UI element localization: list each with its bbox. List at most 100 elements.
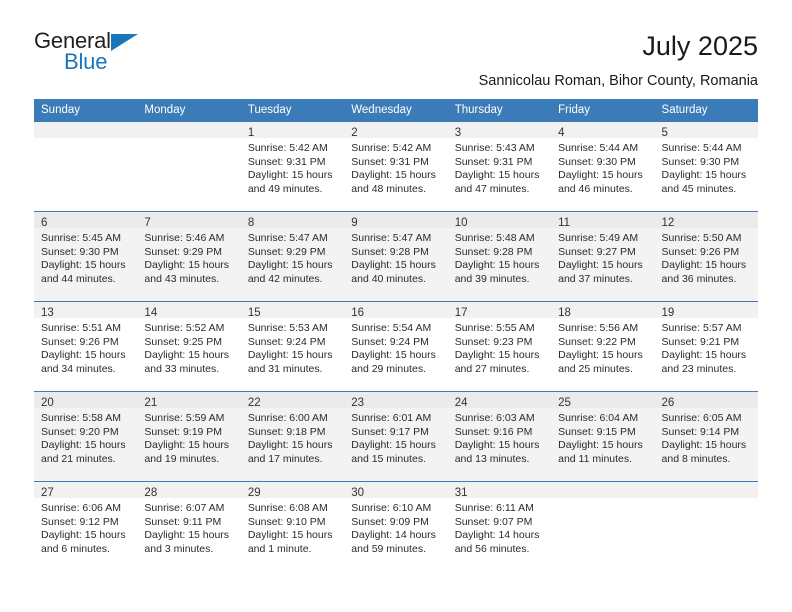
calendar-week-row: 20 Sunrise: 5:58 AM Sunset: 9:20 PM Dayligh…: [34, 390, 758, 481]
sunrise-text: Sunrise: 5:55 AM: [454, 321, 535, 334]
daylight-text: Daylight: 15 hours and 36 minutes.: [661, 259, 747, 285]
day-number-bar: 4: [551, 121, 655, 139]
day-cell-inner: 17 Sunrise: 5:55 AM Sunset: 9:23 PM Dayligh…: [447, 300, 552, 391]
day-cell-body: Sunrise: 6:06 AM Sunset: 9:12 PM Daylight:…: [34, 498, 137, 556]
calendar-day-cell[interactable]: 8 Sunrise: 5:47 AM Sunset: 9:29 PM Daylight…: [240, 210, 345, 301]
sunset-text: Sunset: 9:09 PM: [351, 515, 429, 528]
calendar-day-cell[interactable]: 30 Sunrise: 6:10 AM Sunset: 9:09 PM Dayligh…: [344, 480, 448, 571]
sunrise-text: Sunrise: 5:51 AM: [41, 321, 121, 334]
day-number: 17: [454, 306, 468, 319]
day-cell-body: Sunrise: 5:54 AM Sunset: 9:24 PM Daylight:…: [344, 318, 447, 376]
day-cell-inner: 24 Sunrise: 6:03 AM Sunset: 9:16 PM Dayligh…: [447, 390, 552, 481]
sunrise-text: Sunrise: 5:42 AM: [247, 141, 328, 154]
calendar-day-cell[interactable]: 19 Sunrise: 5:57 AM Sunset: 9:21 PM Dayligh…: [654, 300, 758, 391]
sunset-text: Sunset: 9:10 PM: [247, 515, 326, 528]
day-cell-body: Sunrise: 5:50 AM Sunset: 9:26 PM Daylight:…: [655, 228, 758, 286]
calendar-day-cell[interactable]: 29 Sunrise: 6:08 AM Sunset: 9:10 PM Dayligh…: [240, 480, 345, 571]
day-cell-body: Sunrise: 5:44 AM Sunset: 9:30 PM Daylight:…: [551, 138, 654, 196]
calendar-day-cell[interactable]: 6 Sunrise: 5:45 AM Sunset: 9:30 PM Daylight…: [34, 210, 138, 301]
weekday-header-tuesday: Tuesday: [240, 98, 345, 121]
day-cell-body: Sunrise: 6:08 AM Sunset: 9:10 PM Daylight:…: [241, 498, 344, 556]
day-cell-body: Sunrise: 6:07 AM Sunset: 9:11 PM Daylight:…: [137, 498, 240, 556]
day-number-bar: [654, 481, 758, 498]
day-number: 27: [41, 486, 54, 499]
calendar-day-cell[interactable]: 16 Sunrise: 5:54 AM Sunset: 9:24 PM Dayligh…: [344, 300, 448, 391]
day-number-bar: 7: [137, 211, 241, 229]
calendar-day-cell[interactable]: 22 Sunrise: 6:00 AM Sunset: 9:18 PM Dayligh…: [240, 390, 345, 481]
daylight-text: Daylight: 15 hours and 27 minutes.: [454, 349, 540, 375]
calendar-day-cell[interactable]: 12 Sunrise: 5:50 AM Sunset: 9:26 PM Dayligh…: [654, 210, 758, 301]
day-number-bar: 22: [240, 391, 345, 409]
calendar-day-cell[interactable]: 25 Sunrise: 6:04 AM Sunset: 9:15 PM Dayligh…: [551, 390, 655, 481]
calendar-day-cell[interactable]: 2 Sunrise: 5:42 AM Sunset: 9:31 PM Daylight…: [344, 120, 448, 211]
day-cell-inner: 4 Sunrise: 5:44 AM Sunset: 9:30 PM Daylight…: [551, 120, 655, 211]
day-cell-inner: 30 Sunrise: 6:10 AM Sunset: 9:09 PM Dayligh…: [344, 480, 448, 571]
calendar-day-cell[interactable]: 26 Sunrise: 6:05 AM Sunset: 9:14 PM Dayligh…: [654, 390, 758, 481]
sunset-text: Sunset: 9:21 PM: [661, 335, 740, 348]
calendar-day-cell[interactable]: 5 Sunrise: 5:44 AM Sunset: 9:30 PM Daylight…: [654, 120, 758, 211]
day-number: 25: [558, 396, 571, 409]
calendar-day-cell[interactable]: 21 Sunrise: 5:59 AM Sunset: 9:19 PM Dayligh…: [137, 390, 241, 481]
day-number: 22: [247, 396, 261, 409]
day-cell-body: Sunrise: 5:59 AM Sunset: 9:19 PM Daylight:…: [137, 408, 240, 466]
calendar-day-cell[interactable]: 27 Sunrise: 6:06 AM Sunset: 9:12 PM Dayligh…: [34, 480, 138, 571]
day-number: 19: [661, 306, 675, 319]
day-number: 28: [144, 486, 158, 499]
sunrise-text: Sunrise: 5:59 AM: [144, 411, 225, 424]
day-cell-body: Sunrise: 5:42 AM Sunset: 9:31 PM Daylight:…: [344, 138, 447, 196]
sunset-text: Sunset: 9:11 PM: [144, 515, 222, 528]
day-cell-inner: 21 Sunrise: 5:59 AM Sunset: 9:19 PM Dayligh…: [137, 390, 241, 481]
calendar-day-cell[interactable]: 11 Sunrise: 5:49 AM Sunset: 9:27 PM Dayligh…: [551, 210, 655, 301]
sunrise-text: Sunrise: 5:58 AM: [41, 411, 121, 424]
calendar-day-cell[interactable]: 20 Sunrise: 5:58 AM Sunset: 9:20 PM Dayligh…: [34, 390, 138, 481]
calendar-day-cell[interactable]: 10 Sunrise: 5:48 AM Sunset: 9:28 PM Dayligh…: [447, 210, 552, 301]
calendar-week-row: 6 Sunrise: 5:45 AM Sunset: 9:30 PM Daylight…: [34, 210, 758, 301]
day-cell-body: Sunrise: 6:11 AM Sunset: 9:07 PM Daylight:…: [448, 498, 551, 556]
calendar-header-row: Sunday Monday Tuesday Wednesday Thursday…: [34, 98, 758, 121]
calendar-day-cell[interactable]: 13 Sunrise: 5:51 AM Sunset: 9:26 PM Dayligh…: [34, 300, 138, 391]
day-number-bar: 8: [240, 211, 345, 229]
page-header: General Blue July 2025: [34, 0, 758, 73]
calendar-week-row: 27 Sunrise: 6:06 AM Sunset: 9:12 PM Dayligh…: [34, 480, 758, 571]
location-subtitle: Sannicolau Roman, Bihor County, Romania: [478, 73, 758, 89]
day-number-bar: 20: [34, 391, 138, 409]
daylight-text: Daylight: 15 hours and 39 minutes.: [454, 259, 540, 285]
sunrise-text: Sunrise: 6:07 AM: [144, 501, 225, 514]
daylight-text: Daylight: 15 hours and 34 minutes.: [41, 349, 126, 375]
sunrise-text: Sunrise: 5:47 AM: [247, 231, 328, 244]
day-number-bar: 26: [654, 391, 758, 409]
daylight-text: Daylight: 15 hours and 47 minutes.: [454, 169, 540, 195]
day-cell-inner: 19 Sunrise: 5:57 AM Sunset: 9:21 PM Dayligh…: [654, 300, 758, 391]
day-number: 6: [41, 216, 48, 229]
calendar-day-cell[interactable]: 3 Sunrise: 5:43 AM Sunset: 9:31 PM Daylight…: [447, 120, 552, 211]
day-number-bar: 21: [137, 391, 241, 409]
day-number-bar: 14: [137, 301, 241, 319]
day-cell-body: Sunrise: 5:57 AM Sunset: 9:21 PM Daylight:…: [655, 318, 758, 376]
calendar-day-cell[interactable]: 15 Sunrise: 5:53 AM Sunset: 9:24 PM Dayligh…: [240, 300, 345, 391]
day-number-bar: 25: [551, 391, 655, 409]
sunrise-text: Sunrise: 5:42 AM: [351, 141, 432, 154]
generalblue-logo[interactable]: General Blue: [34, 30, 146, 74]
calendar-day-cell[interactable]: 18 Sunrise: 5:56 AM Sunset: 9:22 PM Dayligh…: [551, 300, 655, 391]
daylight-text: Daylight: 15 hours and 6 minutes.: [41, 529, 126, 555]
calendar-day-cell[interactable]: 23 Sunrise: 6:01 AM Sunset: 9:17 PM Dayligh…: [344, 390, 448, 481]
daylight-text: Daylight: 15 hours and 21 minutes.: [41, 439, 126, 465]
daylight-text: Daylight: 15 hours and 33 minutes.: [144, 349, 230, 375]
day-number: 14: [144, 306, 158, 319]
day-number-bar: [551, 481, 655, 498]
calendar-day-cell[interactable]: 17 Sunrise: 5:55 AM Sunset: 9:23 PM Dayligh…: [447, 300, 552, 391]
day-number-bar: 3: [447, 121, 552, 139]
calendar-day-cell[interactable]: 28 Sunrise: 6:07 AM Sunset: 9:11 PM Dayligh…: [137, 480, 241, 571]
daylight-text: Daylight: 15 hours and 13 minutes.: [454, 439, 540, 465]
calendar-day-cell[interactable]: 7 Sunrise: 5:46 AM Sunset: 9:29 PM Daylight…: [137, 210, 241, 301]
day-cell-body: Sunrise: 6:05 AM Sunset: 9:14 PM Daylight:…: [655, 408, 758, 466]
calendar-day-cell[interactable]: 1 Sunrise: 5:42 AM Sunset: 9:31 PM Daylight…: [240, 120, 345, 211]
calendar-day-cell[interactable]: 14 Sunrise: 5:52 AM Sunset: 9:25 PM Dayligh…: [137, 300, 241, 391]
sunset-text: Sunset: 9:30 PM: [558, 155, 636, 168]
calendar-day-cell[interactable]: 4 Sunrise: 5:44 AM Sunset: 9:30 PM Daylight…: [551, 120, 655, 211]
calendar-day-cell[interactable]: 24 Sunrise: 6:03 AM Sunset: 9:16 PM Dayligh…: [447, 390, 552, 481]
calendar-day-cell[interactable]: 31 Sunrise: 6:11 AM Sunset: 9:07 PM Dayligh…: [447, 480, 552, 571]
sunset-text: Sunset: 9:29 PM: [144, 245, 223, 258]
calendar-day-cell[interactable]: 9 Sunrise: 5:47 AM Sunset: 9:28 PM Daylight…: [344, 210, 448, 301]
sunset-text: Sunset: 9:16 PM: [454, 425, 533, 438]
